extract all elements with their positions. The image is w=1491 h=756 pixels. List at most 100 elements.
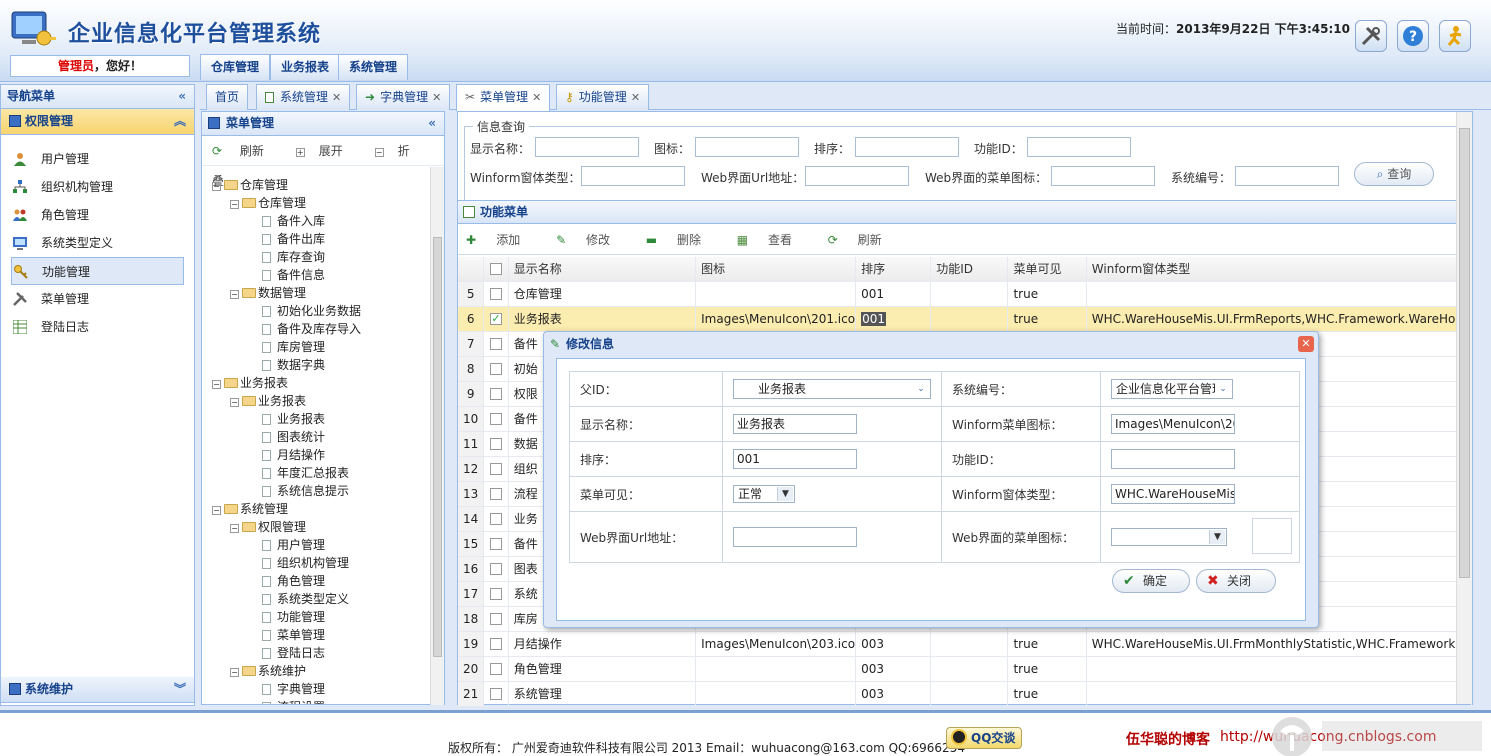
checkbox[interactable] [490, 588, 503, 600]
checkbox[interactable] [490, 288, 503, 300]
table-row[interactable]: 21 系统管理 003 true [458, 681, 1473, 707]
main-scrollbar[interactable] [1456, 112, 1472, 704]
tree-node[interactable]: 系统类型定义 [212, 590, 428, 608]
nav-item-functions[interactable]: 功能管理 [11, 257, 184, 285]
checkbox[interactable] [490, 413, 503, 425]
checkbox[interactable] [490, 513, 503, 525]
col-header-fid[interactable]: 功能ID [930, 257, 1009, 282]
query-sort-input[interactable] [855, 137, 959, 157]
logout-button[interactable] [1439, 20, 1471, 52]
name-input[interactable]: 业务报表 [733, 414, 857, 434]
table-row[interactable]: 5 仓库管理 001 true [458, 281, 1473, 307]
tree-node[interactable]: 数据字典 [212, 356, 428, 374]
col-header-visible[interactable]: 菜单可见 [1007, 257, 1087, 282]
tree-node[interactable]: 菜单管理 [212, 626, 428, 644]
checkbox[interactable] [490, 463, 503, 475]
minus-icon[interactable]: − [230, 290, 239, 299]
help-button[interactable]: ? [1397, 20, 1429, 52]
webicon-select[interactable]: ▼ [1111, 528, 1227, 546]
checkbox[interactable] [490, 688, 503, 700]
minus-icon[interactable]: − [212, 380, 221, 389]
tree-node[interactable]: 图表统计 [212, 428, 428, 446]
checkbox[interactable] [490, 438, 503, 450]
tools-button[interactable] [1355, 20, 1387, 52]
dialog-titlebar[interactable]: ✎ 修改信息 ✕ [544, 332, 1318, 356]
grid-refresh-button[interactable]: ⟳ 刷新 [828, 233, 898, 247]
tree-scrollbar[interactable] [430, 167, 444, 705]
edit-button[interactable]: ✎ 修改 [556, 233, 626, 247]
accordion-permission[interactable]: 权限管理 ︽ [1, 109, 194, 135]
query-url-input[interactable] [805, 166, 909, 186]
close-icon[interactable]: ✕ [332, 91, 341, 104]
table-row[interactable]: 19 月结操作 Images\MenuIcon\203.ico 003 true WHC.… [458, 631, 1473, 657]
col-header-icon[interactable]: 图标 [695, 257, 857, 282]
tree-node[interactable]: 组织机构管理 [212, 554, 428, 572]
minus-icon[interactable]: − [230, 398, 239, 407]
tree-node[interactable]: − 业务报表 [212, 392, 428, 410]
tree-node[interactable]: 备件信息 [212, 266, 428, 284]
delete-button[interactable]: ▬ 删除 [646, 233, 717, 247]
tree-node[interactable]: − 仓库管理 [212, 176, 428, 194]
minus-icon[interactable]: − [230, 668, 239, 677]
select-all-checkbox[interactable] [483, 257, 509, 282]
scroll-thumb[interactable] [1459, 128, 1470, 578]
tree-node[interactable]: 系统信息提示 [212, 482, 428, 500]
nav-item-system-types[interactable]: 系统类型定义 [11, 229, 184, 257]
close-button[interactable]: ✖ 关闭 [1196, 569, 1276, 593]
collapse-left-icon[interactable]: « [428, 112, 436, 134]
tree-node[interactable]: 备件及库存导入 [212, 320, 428, 338]
top-tab-warehouse[interactable]: 仓库管理 [200, 54, 271, 80]
checkbox[interactable] [490, 663, 503, 675]
checkbox[interactable] [490, 638, 503, 650]
view-button[interactable]: ▦ 查看 [737, 233, 808, 247]
query-webicon-input[interactable] [1051, 166, 1155, 186]
table-row[interactable]: 20 角色管理 003 true [458, 656, 1473, 682]
collapse-left-icon[interactable]: « [178, 85, 186, 107]
wftype-input[interactable]: WHC.WareHouseMis.UI.FrmReports [1111, 484, 1235, 504]
query-name-input[interactable] [535, 137, 639, 157]
tree-node[interactable]: 角色管理 [212, 572, 428, 590]
checkbox[interactable] [490, 613, 503, 625]
tree-node[interactable]: 字典管理 [212, 680, 428, 698]
tree-node[interactable]: − 业务报表 [212, 374, 428, 392]
tab-home[interactable]: 首页 [206, 84, 249, 110]
tab-dictionary[interactable]: ➜ 字典管理 ✕ [356, 84, 451, 110]
tree-node[interactable]: 登陆日志 [212, 644, 428, 662]
checkbox[interactable] [490, 313, 503, 325]
tree-refresh-button[interactable]: ⟳ 刷新 [212, 144, 278, 158]
tree-node[interactable]: 初始化业务数据 [212, 302, 428, 320]
table-row[interactable]: 6 业务报表Images\MenuIcon\201.ico 001 trueWHC.W… [458, 306, 1473, 332]
nav-item-org[interactable]: 组织机构管理 [11, 173, 184, 201]
minus-icon[interactable]: − [212, 182, 221, 191]
minus-icon[interactable]: − [212, 506, 221, 515]
tree-node[interactable]: 功能管理 [212, 608, 428, 626]
tree-node[interactable]: − 系统维护 [212, 662, 428, 680]
tree-node[interactable]: 备件出库 [212, 230, 428, 248]
dialog-close-button[interactable]: ✕ [1298, 336, 1314, 352]
tree-node[interactable]: 库存查询 [212, 248, 428, 266]
checkbox[interactable] [490, 363, 503, 375]
tab-system-manage[interactable]: 系统管理 ✕ [256, 84, 351, 110]
tab-function-manage[interactable]: ⚷ 功能管理 ✕ [556, 84, 650, 110]
fid-input[interactable] [1111, 449, 1235, 469]
tab-menu-manage[interactable]: ✂ 菜单管理 ✕ [456, 84, 551, 111]
tree-node[interactable]: 业务报表 [212, 410, 428, 428]
top-tab-system[interactable]: 系统管理 [338, 54, 409, 80]
scroll-thumb[interactable] [433, 237, 442, 657]
query-button[interactable]: ⌕ 查询 [1354, 162, 1434, 186]
nav-item-menus[interactable]: 菜单管理 [11, 285, 184, 313]
tree-expand-button[interactable]: + 展开 [295, 144, 357, 158]
ok-button[interactable]: ✔ 确定 [1112, 569, 1190, 593]
nav-item-users[interactable]: 用户管理 [11, 145, 184, 173]
qq-chat-button[interactable]: QQ交谈 [946, 727, 1022, 749]
nav-item-login-log[interactable]: 登陆日志 [11, 313, 184, 341]
chevron-down-icon[interactable]: ︾ [174, 677, 186, 701]
visible-select[interactable]: 正常 ▼ [733, 485, 795, 503]
query-sysno-input[interactable] [1235, 166, 1339, 186]
sort-input[interactable]: 001 [733, 449, 857, 469]
url-input[interactable] [733, 527, 857, 547]
tree-node[interactable]: 用户管理 [212, 536, 428, 554]
tree-node[interactable]: 月结操作 [212, 446, 428, 464]
close-icon[interactable]: ✕ [432, 91, 441, 104]
tree-node[interactable]: 库房管理 [212, 338, 428, 356]
